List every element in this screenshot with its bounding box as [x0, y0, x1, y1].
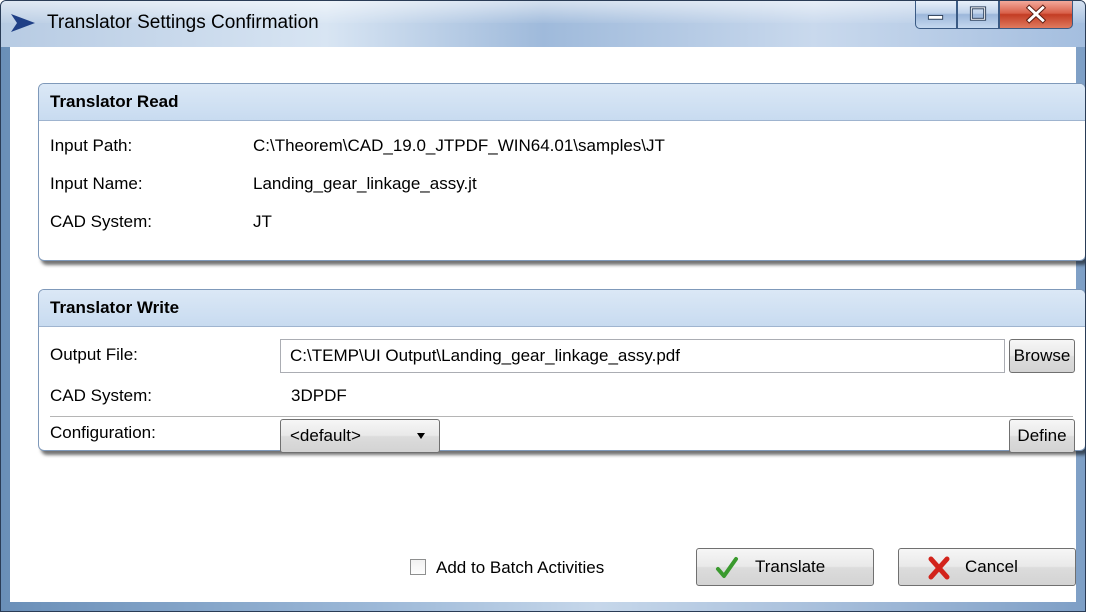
output-file-label: Output File: — [50, 345, 138, 364]
maximize-button[interactable] — [957, 1, 999, 29]
section-divider — [50, 416, 1073, 417]
input-path-value: C:\Theorem\CAD_19.0_JTPDF_WIN64.01\sampl… — [253, 136, 665, 155]
translator-read-group: Translator Read Input Path: C:\Theorem\C… — [38, 83, 1085, 261]
output-file-input[interactable]: C:\TEMP\UI Output\Landing_gear_linkage_a… — [280, 339, 1005, 373]
translate-label: Translate — [755, 557, 826, 576]
title-bar[interactable]: Translator Settings Confirmation — [1, 1, 1085, 47]
close-icon — [1025, 4, 1047, 24]
dialog-body: Translator Read Input Path: C:\Theorem\C… — [10, 47, 1085, 602]
window-title: Translator Settings Confirmation — [47, 12, 319, 33]
define-button[interactable]: Define — [1009, 419, 1075, 453]
configuration-selected-value: <default> — [290, 426, 361, 445]
batch-activities-label[interactable]: Add to Batch Activities — [436, 556, 604, 580]
maximize-icon — [969, 6, 987, 21]
minimize-icon — [927, 14, 944, 20]
cancel-label: Cancel — [965, 557, 1018, 576]
caption-buttons — [915, 1, 1073, 31]
write-cad-system-value: 3DPDF — [291, 386, 347, 405]
checkmark-icon — [716, 557, 738, 578]
close-button[interactable] — [999, 1, 1073, 29]
read-cad-system-value: JT — [253, 212, 272, 231]
arrow-chevron-icon — [11, 14, 35, 32]
browse-button[interactable]: Browse — [1009, 339, 1075, 373]
configuration-label: Configuration: — [50, 423, 156, 442]
input-path-label: Input Path: — [50, 136, 133, 155]
input-name-value: Landing_gear_linkage_assy.jt — [253, 174, 477, 193]
read-cad-system-label: CAD System: — [50, 212, 153, 231]
red-x-icon — [928, 556, 950, 580]
input-name-label: Input Name: — [50, 174, 143, 193]
write-cad-system-label: CAD System: — [50, 386, 153, 405]
configuration-dropdown[interactable]: <default> — [280, 419, 440, 453]
translate-button[interactable]: Translate — [696, 548, 874, 586]
translator-write-header: Translator Write — [39, 290, 1085, 327]
batch-activities-checkbox[interactable] — [410, 559, 426, 575]
dropdown-arrow-icon — [417, 433, 425, 439]
translator-read-header: Translator Read — [39, 84, 1085, 121]
dialog-window: Translator Settings Confirmation Transla… — [0, 0, 1086, 612]
cancel-button[interactable]: Cancel — [898, 548, 1076, 586]
translator-write-group: Translator Write Output File: C:\TEMP\UI… — [38, 289, 1085, 453]
minimize-button[interactable] — [915, 1, 957, 29]
